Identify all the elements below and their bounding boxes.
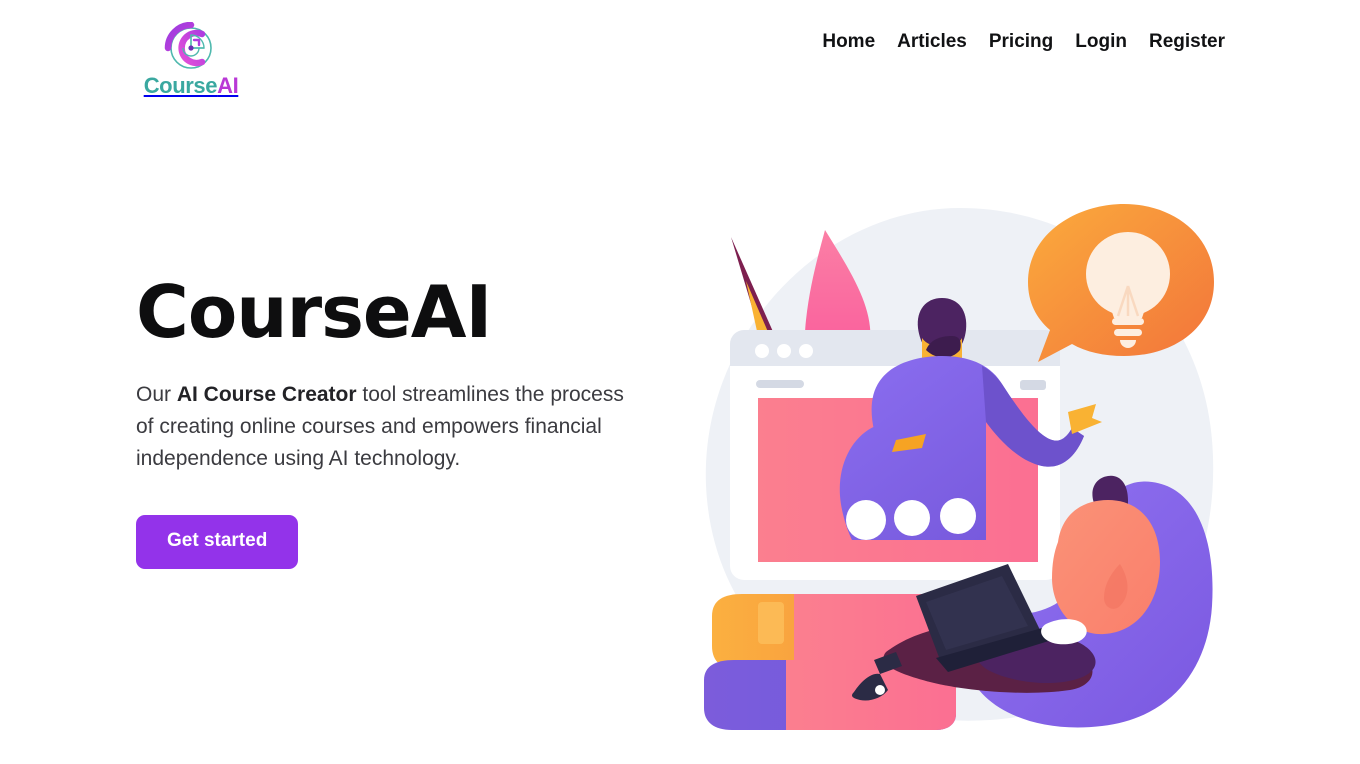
hero-description: Our AI Course Creator tool streamlines t… (136, 379, 628, 475)
dot-2 (894, 500, 930, 536)
nav-item-home[interactable]: Home (822, 29, 875, 55)
page-title: CourseAI (136, 270, 492, 354)
nav-item-register[interactable]: Register (1149, 29, 1225, 55)
dot-3 (940, 498, 976, 534)
nav-item-articles[interactable]: Articles (897, 29, 967, 55)
brand-word-accent: AI (217, 73, 239, 98)
primary-navigation: Home Articles Pricing Login Register (822, 29, 1225, 55)
nav-item-login[interactable]: Login (1075, 29, 1127, 55)
hero-illustration (690, 190, 1230, 740)
landing-page: CourseAI Home Articles Pricing Login Reg… (0, 0, 1360, 764)
lightbulb-speech-bubble (1028, 204, 1214, 362)
hero-description-emphasis: AI Course Creator (176, 383, 357, 407)
window-dot-1 (755, 344, 769, 358)
brand-wordmark: CourseAI (144, 75, 239, 97)
hero-section: CourseAI Our AI Course Creator tool stre… (136, 270, 656, 570)
window-dot-3 (799, 344, 813, 358)
brand-logo-link[interactable]: CourseAI (136, 21, 246, 102)
dot-1 (846, 500, 886, 540)
get-started-button[interactable]: Get started (136, 515, 299, 570)
site-header: CourseAI Home Articles Pricing Login Reg… (0, 0, 1360, 112)
brand-word-primary: Course (143, 73, 218, 98)
window-dot-2 (777, 344, 791, 358)
hero-description-prefix: Our (136, 383, 177, 407)
nav-item-pricing[interactable]: Pricing (989, 29, 1053, 55)
courseai-circular-logo-icon (158, 21, 224, 74)
